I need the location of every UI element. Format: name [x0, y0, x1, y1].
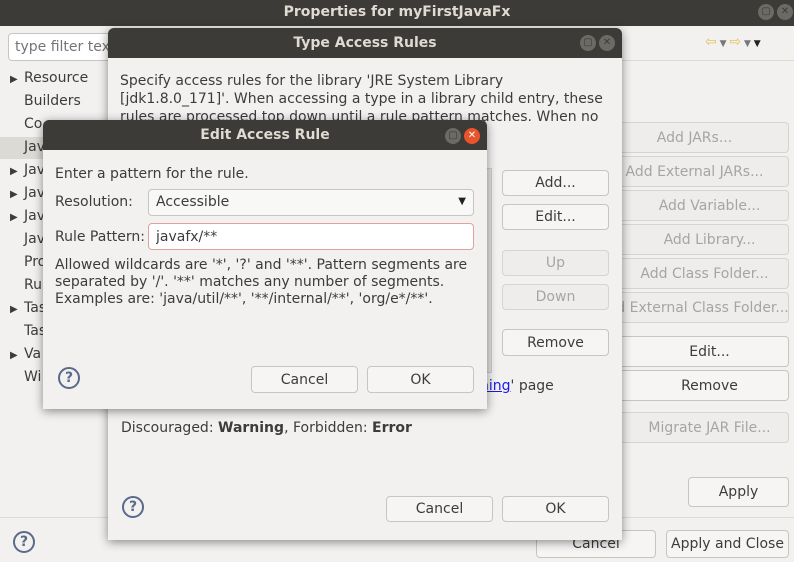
forbidden-label: , Forbidden:	[284, 420, 373, 436]
wildcard-hint: Allowed wildcards are '*', '?' and '**'.…	[55, 257, 468, 307]
resolution-label: Resolution:	[55, 194, 133, 210]
remove-rule-button[interactable]: Remove	[502, 329, 609, 356]
add-rule-button[interactable]: Add...	[502, 170, 609, 196]
tree-item[interactable]: ▶ Tas	[10, 298, 46, 320]
help-icon[interactable]: ?	[13, 531, 35, 553]
severity-summary: Discouraged: Warning, Forbidden: Error	[121, 420, 412, 436]
tree-item[interactable]: Co	[10, 114, 42, 136]
expand-triangle-icon[interactable]: ▶	[10, 300, 24, 320]
tree-item[interactable]: Builders	[10, 91, 81, 113]
tree-item-label: Jav	[24, 162, 45, 178]
tree-item[interactable]: Jav	[10, 229, 45, 251]
dialog-title-bar: Type Access Rules ▢ ✕	[108, 28, 622, 58]
edit-rule-button[interactable]: Edit...	[502, 204, 609, 230]
cancel-button[interactable]: Cancel	[251, 366, 358, 393]
close-icon[interactable]: ✕	[599, 35, 615, 51]
chevron-down-icon: ▼	[458, 196, 466, 207]
tree-item[interactable]: Tas	[10, 321, 46, 343]
close-icon[interactable]: ✕	[464, 128, 480, 144]
remove-button[interactable]: Remove	[600, 370, 789, 401]
expand-triangle-icon[interactable]: ▶	[10, 346, 24, 366]
page-text: ' page	[510, 378, 554, 394]
description: Specify access rules for the library 'JR…	[120, 73, 603, 125]
add-class-folder-button[interactable]: Add Class Folder...	[600, 258, 789, 289]
migrate-jar-button[interactable]: Migrate JAR File...	[600, 412, 789, 443]
view-menu-icon[interactable]: ▼	[754, 39, 761, 49]
forward-icon[interactable]: ⇨	[729, 34, 741, 50]
tree-item-label: Ru	[24, 277, 42, 293]
back-icon[interactable]: ⇦	[705, 34, 717, 50]
tree-item-label: Jav	[24, 139, 45, 155]
help-icon[interactable]: ?	[122, 496, 144, 518]
up-button[interactable]: Up	[502, 250, 609, 276]
expand-triangle-icon[interactable]: ▶	[10, 208, 24, 228]
page-link-line: ning' page	[480, 378, 554, 394]
apply-button[interactable]: Apply	[688, 477, 789, 507]
tree-item-label: Jav	[24, 231, 45, 247]
tree-item-label: Jav	[24, 185, 45, 201]
ok-button[interactable]: OK	[502, 496, 609, 522]
chevron-down-icon[interactable]: ▼	[717, 39, 730, 49]
tree-item[interactable]: ▶ Jav	[10, 206, 45, 228]
add-library-button[interactable]: Add Library...	[600, 224, 789, 255]
resolution-value: Accessible	[156, 194, 230, 210]
add-external-class-folder-button[interactable]: d External Class Folder...	[600, 292, 789, 323]
expand-triangle-icon[interactable]: ▶	[10, 70, 24, 90]
pattern-label: Rule Pattern:	[55, 229, 146, 245]
tree-item[interactable]: Ru	[10, 275, 42, 297]
forbidden-value: Error	[372, 420, 412, 436]
main-title-bar: Properties for myFirstJavaFx ▢ ✕	[0, 0, 794, 26]
add-variable-button[interactable]: Add Variable...	[600, 190, 789, 221]
discouraged-value: Warning	[218, 420, 285, 436]
discouraged-label: Discouraged:	[121, 420, 218, 436]
expand-triangle-icon[interactable]: ▶	[10, 185, 24, 205]
apply-and-close-button[interactable]: Apply and Close	[666, 530, 789, 558]
tree-item-label: Builders	[24, 93, 81, 109]
tree-item-label: Co	[24, 116, 43, 132]
nav-arrows: ⇦ ▼ ⇨ ▼ ▼	[705, 34, 761, 50]
prompt: Enter a pattern for the rule.	[55, 166, 249, 182]
tree-item-label: Resource	[24, 70, 89, 86]
tree-item-label: Wi	[24, 369, 42, 385]
maximize-icon[interactable]: ▢	[580, 35, 596, 51]
add-external-jars-button[interactable]: Add External JARs...	[600, 156, 789, 187]
resolution-select[interactable]: Accessible ▼	[148, 189, 474, 216]
tree-item[interactable]: ▶ Resource	[10, 68, 88, 90]
tree-item[interactable]: ▶ Jav	[10, 160, 45, 182]
edit-access-rule-dialog: Edit Access Rule ▢ ✕ Enter a pattern for…	[43, 120, 487, 409]
tree-item-label: Va	[24, 346, 42, 362]
chevron-down-icon[interactable]: ▼	[741, 39, 754, 49]
expand-triangle-icon[interactable]: ▶	[10, 162, 24, 182]
dialog-title: Edit Access Rule	[200, 127, 330, 143]
divider	[600, 60, 794, 61]
tree-item[interactable]: Wi	[10, 367, 41, 389]
main-title: Properties for myFirstJavaFx	[283, 4, 511, 20]
down-button[interactable]: Down	[502, 284, 609, 310]
tree-item[interactable]: ▶ Va	[10, 344, 41, 366]
edit-button[interactable]: Edit...	[600, 336, 789, 367]
cancel-button[interactable]: Cancel	[386, 496, 493, 522]
tree-item[interactable]: Pro	[10, 252, 46, 274]
help-icon[interactable]: ?	[58, 367, 80, 389]
tree-item[interactable]: ▶ Jav	[10, 183, 45, 205]
add-jars-button[interactable]: Add JARs...	[600, 122, 789, 153]
dialog-title: Type Access Rules	[293, 35, 437, 51]
pattern-input[interactable]	[148, 223, 474, 250]
tree-item-label: Jav	[24, 208, 45, 224]
dialog-title-bar: Edit Access Rule ▢ ✕	[43, 120, 487, 150]
maximize-icon[interactable]: ▢	[758, 4, 774, 20]
ok-button[interactable]: OK	[367, 366, 474, 393]
maximize-icon[interactable]: ▢	[445, 128, 461, 144]
close-icon[interactable]: ✕	[777, 4, 793, 20]
